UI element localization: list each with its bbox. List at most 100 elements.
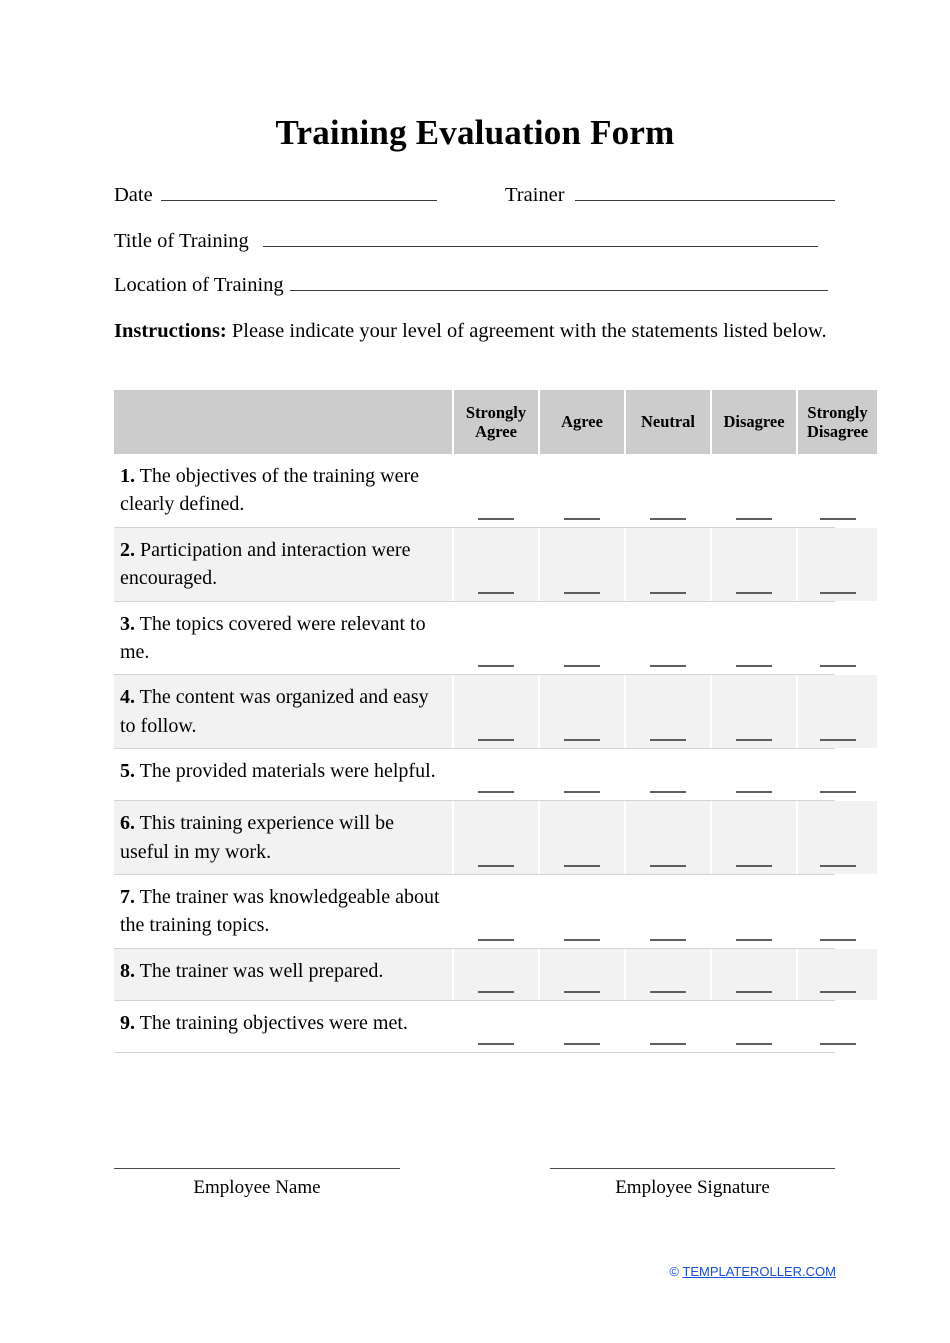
answer-blank-line[interactable]	[650, 791, 686, 794]
answer-cell-strongly-disagree[interactable]	[798, 801, 877, 874]
answer-blank-line[interactable]	[564, 791, 600, 794]
answer-cell-disagree[interactable]	[712, 801, 796, 874]
answer-blank-line[interactable]	[819, 591, 856, 594]
answer-cell-strongly-disagree[interactable]	[798, 875, 877, 948]
answer-blank-line[interactable]	[736, 591, 772, 594]
answer-blank-line[interactable]	[650, 517, 686, 520]
answer-cell-disagree[interactable]	[712, 749, 796, 800]
answer-blank-line[interactable]	[478, 517, 514, 520]
answer-blank-line[interactable]	[564, 938, 600, 941]
answer-cell-strongly-disagree[interactable]	[798, 602, 877, 675]
answer-cell-strongly-agree[interactable]	[454, 602, 538, 675]
answer-cell-strongly-disagree[interactable]	[798, 948, 877, 1000]
answer-blank-line[interactable]	[478, 591, 514, 594]
answer-blank-line[interactable]	[564, 990, 600, 993]
employee-name-line[interactable]	[114, 1168, 400, 1169]
answer-cell-disagree[interactable]	[712, 527, 796, 601]
answer-blank-line[interactable]	[819, 739, 856, 742]
answer-blank-line[interactable]	[564, 665, 600, 668]
answer-blank-line[interactable]	[564, 864, 600, 867]
answer-cell-agree[interactable]	[540, 875, 624, 948]
answer-cell-strongly-agree[interactable]	[454, 454, 538, 527]
answer-cell-agree[interactable]	[540, 454, 624, 527]
date-input-line[interactable]	[160, 185, 437, 201]
answer-cell-disagree[interactable]	[712, 875, 796, 948]
answer-cell-neutral[interactable]	[626, 454, 710, 527]
answer-blank-line[interactable]	[564, 739, 600, 742]
answer-blank-line[interactable]	[478, 739, 514, 742]
answer-blank-line[interactable]	[736, 990, 772, 993]
answer-blank-line[interactable]	[819, 517, 856, 520]
answer-cell-neutral[interactable]	[626, 948, 710, 1000]
answer-cell-neutral[interactable]	[626, 875, 710, 948]
answer-blank-line[interactable]	[819, 864, 856, 867]
answer-blank-line[interactable]	[819, 1042, 856, 1045]
answer-cell-strongly-agree[interactable]	[454, 1001, 538, 1052]
answer-blank-line[interactable]	[819, 791, 856, 794]
answer-blank-line[interactable]	[650, 864, 686, 867]
answer-cell-strongly-agree[interactable]	[454, 875, 538, 948]
answer-cell-disagree[interactable]	[712, 454, 796, 527]
answer-blank-line[interactable]	[736, 864, 772, 867]
answer-cell-disagree[interactable]	[712, 1001, 796, 1052]
answer-blank-line[interactable]	[736, 1042, 772, 1045]
answer-cell-agree[interactable]	[540, 675, 624, 749]
statement-number: 2.	[120, 538, 135, 561]
statement-cell: 5. The provided materials were helpful.	[114, 749, 452, 800]
location-of-training-input-line[interactable]	[289, 275, 828, 291]
answer-cell-neutral[interactable]	[626, 675, 710, 749]
answer-cell-strongly-disagree[interactable]	[798, 749, 877, 800]
answer-blank-line[interactable]	[650, 739, 686, 742]
answer-cell-agree[interactable]	[540, 749, 624, 800]
answer-blank-line[interactable]	[564, 1042, 600, 1045]
answer-cell-neutral[interactable]	[626, 527, 710, 601]
answer-blank-line[interactable]	[736, 739, 772, 742]
answer-cell-strongly-disagree[interactable]	[798, 527, 877, 601]
answer-blank-line[interactable]	[650, 665, 686, 668]
answer-cell-neutral[interactable]	[626, 749, 710, 800]
answer-blank-line[interactable]	[650, 990, 686, 993]
answer-blank-line[interactable]	[736, 791, 772, 794]
answer-cell-strongly-agree[interactable]	[454, 675, 538, 749]
answer-blank-line[interactable]	[564, 591, 600, 594]
answer-blank-line[interactable]	[478, 791, 514, 794]
answer-cell-strongly-disagree[interactable]	[798, 454, 877, 527]
answer-blank-line[interactable]	[478, 864, 514, 867]
title-of-training-input-line[interactable]	[262, 231, 818, 247]
employee-signature-line[interactable]	[550, 1168, 835, 1169]
table-row: 1. The objectives of the training were c…	[114, 454, 856, 528]
answer-blank-line[interactable]	[736, 938, 772, 941]
answer-cell-neutral[interactable]	[626, 801, 710, 874]
answer-cell-neutral[interactable]	[626, 1001, 710, 1052]
answer-blank-line[interactable]	[819, 938, 856, 941]
templateroller-link[interactable]: TEMPLATEROLLER.COM	[682, 1264, 836, 1279]
answer-blank-line[interactable]	[736, 665, 772, 668]
answer-cell-strongly-agree[interactable]	[454, 801, 538, 874]
answer-cell-disagree[interactable]	[712, 602, 796, 675]
answer-blank-line[interactable]	[650, 938, 686, 941]
answer-cell-disagree[interactable]	[712, 948, 796, 1000]
answer-cell-strongly-agree[interactable]	[454, 948, 538, 1000]
answer-cell-strongly-agree[interactable]	[454, 749, 538, 800]
answer-cell-strongly-disagree[interactable]	[798, 1001, 877, 1052]
answer-cell-agree[interactable]	[540, 948, 624, 1000]
answer-cell-agree[interactable]	[540, 527, 624, 601]
answer-blank-line[interactable]	[819, 665, 856, 668]
answer-blank-line[interactable]	[564, 517, 600, 520]
answer-cell-strongly-agree[interactable]	[454, 527, 538, 601]
answer-blank-line[interactable]	[650, 1042, 686, 1045]
answer-blank-line[interactable]	[478, 990, 514, 993]
trainer-input-line[interactable]	[574, 185, 835, 201]
answer-blank-line[interactable]	[650, 591, 686, 594]
answer-cell-strongly-disagree[interactable]	[798, 675, 877, 749]
answer-blank-line[interactable]	[819, 990, 856, 993]
answer-cell-agree[interactable]	[540, 1001, 624, 1052]
answer-cell-disagree[interactable]	[712, 675, 796, 749]
answer-cell-agree[interactable]	[540, 801, 624, 874]
answer-blank-line[interactable]	[478, 1042, 514, 1045]
answer-blank-line[interactable]	[736, 517, 772, 520]
answer-cell-neutral[interactable]	[626, 602, 710, 675]
answer-cell-agree[interactable]	[540, 602, 624, 675]
answer-blank-line[interactable]	[478, 938, 514, 941]
answer-blank-line[interactable]	[478, 665, 514, 668]
